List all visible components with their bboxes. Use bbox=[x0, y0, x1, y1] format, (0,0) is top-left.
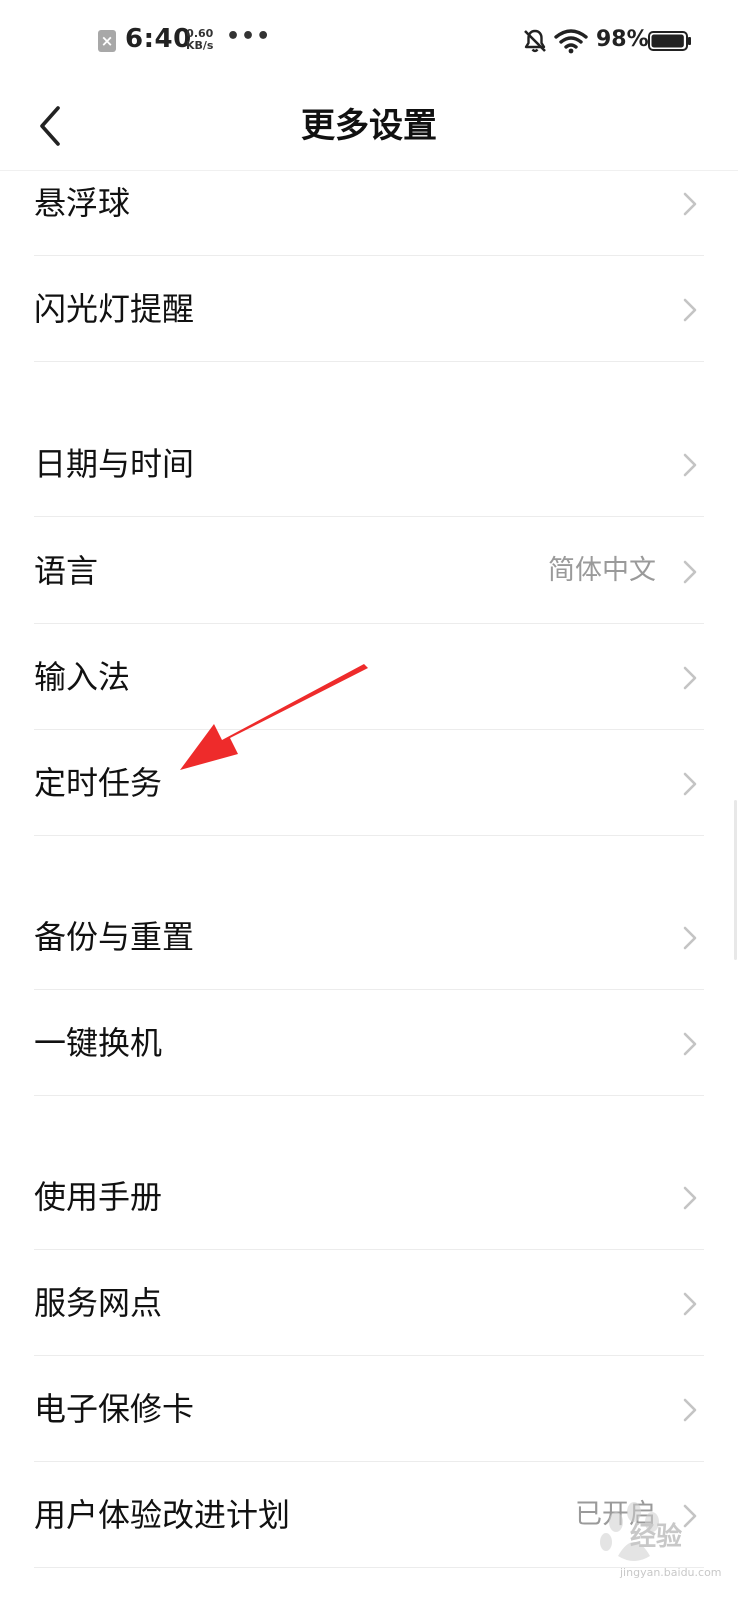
settings-item-phone-clone[interactable]: 一键换机 bbox=[0, 990, 738, 1096]
divider bbox=[34, 1095, 704, 1096]
watermark-text: 经验 bbox=[630, 1522, 683, 1552]
chevron-right-icon bbox=[683, 772, 697, 796]
settings-item-user-manual[interactable]: 使用手册 bbox=[0, 1144, 738, 1250]
more-notifications-icon: ••• bbox=[226, 24, 272, 49]
settings-item-language[interactable]: 语言 简体中文 bbox=[0, 518, 738, 624]
settings-item-date-time[interactable]: 日期与时间 bbox=[0, 411, 738, 517]
settings-item-label: 悬浮球 bbox=[34, 184, 131, 222]
chevron-right-icon bbox=[683, 1398, 697, 1422]
watermark-url: jingyan.baidu.com bbox=[620, 1566, 722, 1579]
battery-icon bbox=[648, 31, 691, 51]
settings-item-label: 使用手册 bbox=[34, 1178, 163, 1216]
settings-item-label: 一键换机 bbox=[34, 1024, 163, 1062]
settings-item-flash-reminder[interactable]: 闪光灯提醒 bbox=[0, 256, 738, 362]
status-bar: × 6:40 0.60 KB/s ••• 98% bbox=[0, 0, 738, 82]
bell-muted-icon bbox=[524, 29, 546, 53]
chevron-right-icon bbox=[683, 192, 697, 216]
chevron-right-icon bbox=[683, 926, 697, 950]
wifi-icon bbox=[554, 29, 588, 54]
battery-percentage: 98% bbox=[596, 27, 649, 52]
divider bbox=[34, 361, 704, 362]
chevron-right-icon bbox=[683, 1186, 697, 1210]
chevron-right-icon bbox=[683, 560, 697, 584]
chevron-right-icon bbox=[683, 666, 697, 690]
chevron-right-icon bbox=[683, 1032, 697, 1056]
scrollbar[interactable] bbox=[734, 800, 737, 960]
settings-item-label: 用户体验改进计划 bbox=[34, 1496, 291, 1534]
chevron-right-icon bbox=[683, 298, 697, 322]
settings-item-floating-ball[interactable]: 悬浮球 bbox=[0, 150, 738, 256]
network-speed-unit: KB/s bbox=[186, 39, 214, 52]
notification-icon: × bbox=[98, 30, 116, 52]
settings-item-label: 定时任务 bbox=[34, 764, 163, 802]
settings-item-backup-reset[interactable]: 备份与重置 bbox=[0, 884, 738, 990]
settings-item-label: 日期与时间 bbox=[34, 445, 195, 483]
settings-item-label: 备份与重置 bbox=[34, 918, 195, 956]
divider bbox=[34, 835, 704, 836]
chevron-right-icon bbox=[683, 453, 697, 477]
annotation-arrow bbox=[180, 664, 368, 770]
settings-item-label: 电子保修卡 bbox=[34, 1390, 195, 1428]
settings-item-label: 服务网点 bbox=[34, 1284, 163, 1322]
settings-item-e-warranty[interactable]: 电子保修卡 bbox=[0, 1356, 738, 1462]
chevron-right-icon bbox=[683, 1292, 697, 1316]
settings-item-label: 输入法 bbox=[34, 658, 131, 696]
status-time: 6:40 bbox=[125, 24, 192, 54]
settings-item-value: 简体中文 bbox=[548, 555, 656, 586]
divider bbox=[34, 516, 704, 517]
network-speed: 0.60 KB/s bbox=[186, 28, 213, 52]
settings-item-service-outlets[interactable]: 服务网点 bbox=[0, 1250, 738, 1356]
settings-item-label: 语言 bbox=[34, 552, 99, 590]
settings-item-label: 闪光灯提醒 bbox=[34, 290, 195, 328]
